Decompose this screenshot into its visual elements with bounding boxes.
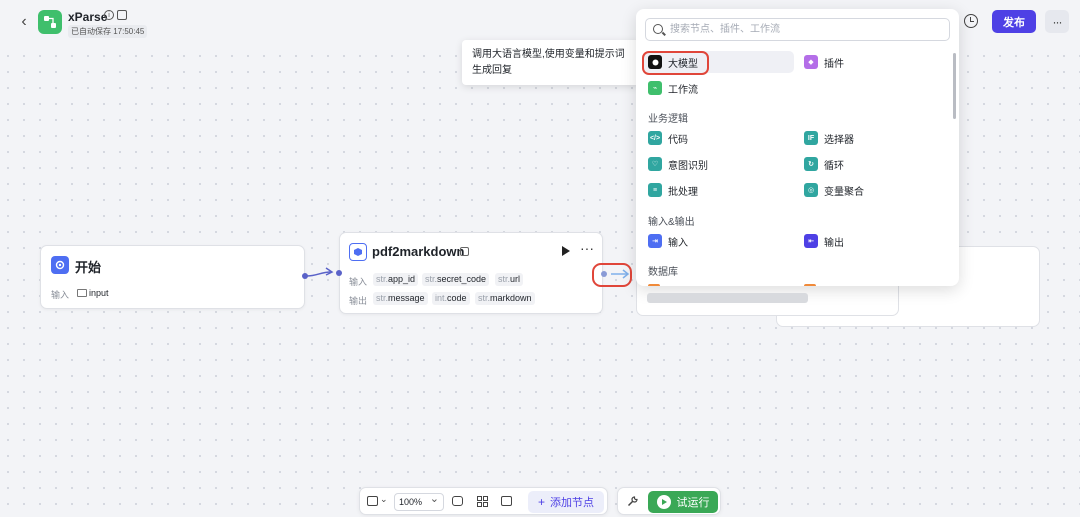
play-icon bbox=[656, 495, 671, 509]
picker-item-label: 变量聚合 bbox=[824, 186, 864, 198]
output-icon: ⇤ bbox=[804, 234, 818, 248]
picker-item-selector[interactable]: IF 选择器 bbox=[804, 127, 944, 149]
picker-item-label: 选择器 bbox=[824, 134, 854, 146]
picker-item-output[interactable]: ⇤ 输出 bbox=[804, 230, 944, 252]
chevron-down-icon[interactable]: ⌄ bbox=[380, 494, 388, 505]
picker-item-label: 工作流 bbox=[668, 84, 698, 96]
intent-icon: ♡ bbox=[648, 157, 662, 171]
picker-item-label: 代码 bbox=[668, 134, 688, 146]
run-toolbar: 试运行 bbox=[617, 487, 721, 515]
picker-item-workflow[interactable]: ⌁ 工作流 bbox=[648, 77, 788, 99]
loop-icon: ↻ bbox=[804, 157, 818, 171]
search-input[interactable] bbox=[670, 22, 940, 37]
trial-run-button[interactable]: 试运行 bbox=[648, 491, 718, 513]
input-param: input bbox=[89, 288, 109, 298]
start-node[interactable]: 开始 输入 input bbox=[40, 245, 305, 309]
run-node-icon[interactable] bbox=[562, 246, 570, 256]
picker-item-input[interactable]: ⇥ 输入 bbox=[648, 230, 788, 252]
note-icon[interactable] bbox=[501, 496, 512, 506]
start-output-port[interactable] bbox=[302, 273, 308, 279]
if-icon: IF bbox=[804, 131, 818, 145]
llm-highlight-box bbox=[642, 51, 709, 75]
workflow-icon: ⌁ bbox=[648, 81, 662, 95]
plugin-badge-icon bbox=[460, 247, 469, 256]
node-title: pdf2markdown bbox=[372, 244, 465, 259]
output-label: 输出 bbox=[349, 296, 368, 306]
node-placeholder-bar bbox=[647, 293, 808, 303]
section-title: 数据库 bbox=[648, 267, 678, 278]
comment-icon[interactable] bbox=[452, 496, 463, 506]
input-icon: ⇥ bbox=[648, 234, 662, 248]
aggregate-icon: ◎ bbox=[804, 183, 818, 197]
code-icon: </> bbox=[648, 131, 662, 145]
search-icon bbox=[653, 24, 663, 34]
node-more-icon[interactable]: ··· bbox=[580, 240, 594, 256]
canvas-toolbar: ⌄ 100% + 添加节点 bbox=[359, 487, 608, 515]
pdf-input-port[interactable] bbox=[336, 270, 342, 276]
picker-item-loop[interactable]: ↻ 循环 bbox=[804, 153, 944, 175]
picker-item-label: 批处理 bbox=[668, 186, 698, 198]
grid-layout-icon[interactable] bbox=[477, 496, 488, 510]
param-chip: str.url bbox=[495, 273, 524, 286]
section-title: 业务逻辑 bbox=[648, 114, 688, 125]
plugin-node-icon bbox=[349, 243, 367, 261]
param-chip: int.code bbox=[432, 292, 470, 305]
picker-item-intent[interactable]: ♡ 意图识别 bbox=[648, 153, 788, 175]
picker-item-label: 意图识别 bbox=[668, 160, 708, 172]
node-title: 开始 bbox=[75, 260, 102, 275]
node-picker-panel: 大模型 ◆ 插件 ⌁ 工作流 业务逻辑 </> 代码 IF 选择器 ♡ 意图识别… bbox=[636, 9, 959, 286]
folder-icon bbox=[77, 289, 87, 297]
trial-run-label: 试运行 bbox=[676, 497, 710, 509]
param-chip: str.secret_code bbox=[422, 273, 490, 286]
picker-item-batch[interactable]: ≡ 批处理 bbox=[648, 179, 788, 201]
picker-item-label: 插件 bbox=[824, 58, 844, 70]
pdf2markdown-node[interactable]: pdf2markdown ··· 输入 str.app_id str.secre… bbox=[339, 232, 603, 314]
add-node-button[interactable]: + 添加节点 bbox=[528, 491, 604, 513]
minimap-icon[interactable] bbox=[367, 496, 378, 506]
section-title: 输入&输出 bbox=[648, 217, 695, 228]
search-box[interactable] bbox=[645, 18, 950, 41]
param-chip: str.message bbox=[373, 292, 428, 305]
plus-icon: + bbox=[537, 495, 545, 509]
picker-item-label: 循环 bbox=[824, 160, 844, 172]
picker-item-label: 输出 bbox=[824, 237, 844, 249]
picker-item-aggregate[interactable]: ◎ 变量聚合 bbox=[804, 179, 944, 201]
wrench-icon[interactable] bbox=[627, 496, 638, 510]
database-item-icon bbox=[804, 284, 816, 286]
picker-item-code[interactable]: </> 代码 bbox=[648, 127, 788, 149]
batch-icon: ≡ bbox=[648, 183, 662, 197]
zoom-select[interactable]: 100% bbox=[394, 491, 444, 511]
input-label: 输入 bbox=[349, 277, 368, 287]
picker-scrollbar[interactable] bbox=[953, 53, 956, 119]
param-chip: str.markdown bbox=[475, 292, 535, 305]
param-chip: str.app_id bbox=[373, 273, 419, 286]
database-item-icon bbox=[648, 284, 660, 286]
picker-item-label: 输入 bbox=[668, 237, 688, 249]
picker-item-plugin[interactable]: ◆ 插件 bbox=[804, 51, 944, 73]
plugin-icon: ◆ bbox=[804, 55, 818, 69]
input-label: 输入 bbox=[51, 290, 70, 300]
add-node-label: 添加节点 bbox=[550, 497, 594, 509]
output-port-highlight bbox=[592, 263, 632, 287]
start-icon bbox=[51, 256, 69, 274]
